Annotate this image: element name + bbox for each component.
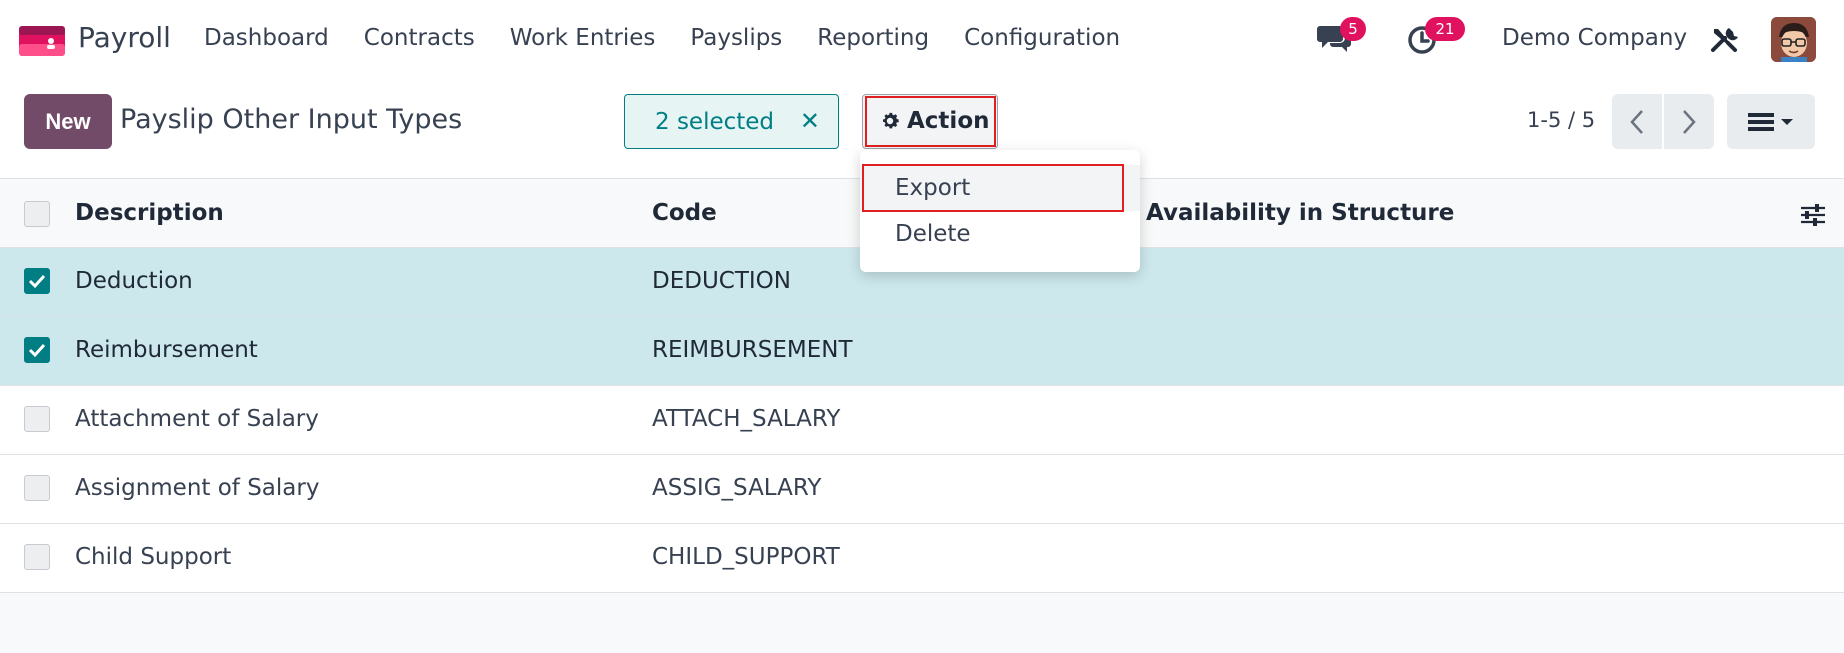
column-header-description[interactable]: Description xyxy=(75,200,224,226)
row-description: Assignment of Salary xyxy=(75,475,320,501)
table-row[interactable]: Assignment of Salary ASSIG_SALARY xyxy=(0,455,1844,524)
company-switcher[interactable]: Demo Company xyxy=(1502,25,1687,51)
page-title: Payslip Other Input Types xyxy=(120,104,463,135)
menu-item-configuration[interactable]: Configuration xyxy=(964,25,1120,51)
export-highlight-box xyxy=(862,164,1124,212)
list-empty-area xyxy=(0,593,1844,653)
menu-item-reporting[interactable]: Reporting xyxy=(817,25,929,51)
column-settings-icon[interactable] xyxy=(1799,201,1827,229)
new-button[interactable]: New xyxy=(24,94,112,149)
menu-item-delete[interactable]: Delete xyxy=(860,211,1140,257)
row-description: Deduction xyxy=(75,268,193,294)
column-header-code[interactable]: Code xyxy=(652,200,717,226)
row-description: Child Support xyxy=(75,544,232,570)
row-description: Attachment of Salary xyxy=(75,406,319,432)
row-checkbox[interactable] xyxy=(24,475,50,501)
row-code: CHILD_SUPPORT xyxy=(652,544,840,570)
row-code: ASSIG_SALARY xyxy=(652,475,822,501)
action-highlight-box xyxy=(865,96,996,147)
pager-value[interactable]: 1-5 / 5 xyxy=(1527,108,1595,132)
table-row[interactable]: Attachment of Salary ATTACH_SALARY xyxy=(0,386,1844,455)
action-dropdown-menu: Export Delete xyxy=(860,150,1140,272)
row-checkbox[interactable] xyxy=(24,337,50,363)
column-header-availability[interactable]: Availability in Structure xyxy=(1146,200,1454,226)
selection-chip: 2 selected ✕ xyxy=(624,94,839,149)
selected-count-label: 2 selected xyxy=(655,108,775,135)
menu-item-contracts[interactable]: Contracts xyxy=(364,25,475,51)
checkmark-icon xyxy=(28,343,46,358)
list-view-icon xyxy=(1748,112,1793,131)
row-checkbox[interactable] xyxy=(24,544,50,570)
activity-count-badge: 21 xyxy=(1425,17,1465,41)
payroll-app-icon[interactable] xyxy=(19,26,65,56)
top-navbar: Payroll Dashboard Contracts Work Entries… xyxy=(0,0,1844,78)
chat-count-badge: 5 xyxy=(1340,17,1366,41)
row-checkbox[interactable] xyxy=(24,406,50,432)
row-code: ATTACH_SALARY xyxy=(652,406,841,432)
menu-item-work-entries[interactable]: Work Entries xyxy=(510,25,656,51)
menu-item-payslips[interactable]: Payslips xyxy=(690,25,782,51)
view-switcher-button[interactable] xyxy=(1727,94,1815,149)
checkmark-icon xyxy=(28,274,46,289)
main-menu: Dashboard Contracts Work Entries Payslip… xyxy=(204,25,1155,51)
tools-icon[interactable] xyxy=(1709,24,1739,54)
row-checkbox[interactable] xyxy=(24,268,50,294)
avatar[interactable] xyxy=(1771,17,1816,62)
chevron-right-icon xyxy=(1683,109,1696,134)
table-row[interactable]: Child Support CHILD_SUPPORT xyxy=(0,524,1844,593)
app-name[interactable]: Payroll xyxy=(78,21,171,54)
row-description: Reimbursement xyxy=(75,337,258,363)
pager-next-button[interactable] xyxy=(1664,94,1714,149)
row-code: REIMBURSEMENT xyxy=(652,337,853,363)
clear-selection-icon[interactable]: ✕ xyxy=(800,109,820,133)
pager-previous-button[interactable] xyxy=(1612,94,1662,149)
row-code: DEDUCTION xyxy=(652,268,791,294)
menu-item-dashboard[interactable]: Dashboard xyxy=(204,25,329,51)
select-all-checkbox[interactable] xyxy=(24,201,50,227)
table-row[interactable]: Reimbursement REIMBURSEMENT xyxy=(0,317,1844,386)
chevron-left-icon xyxy=(1630,109,1643,134)
